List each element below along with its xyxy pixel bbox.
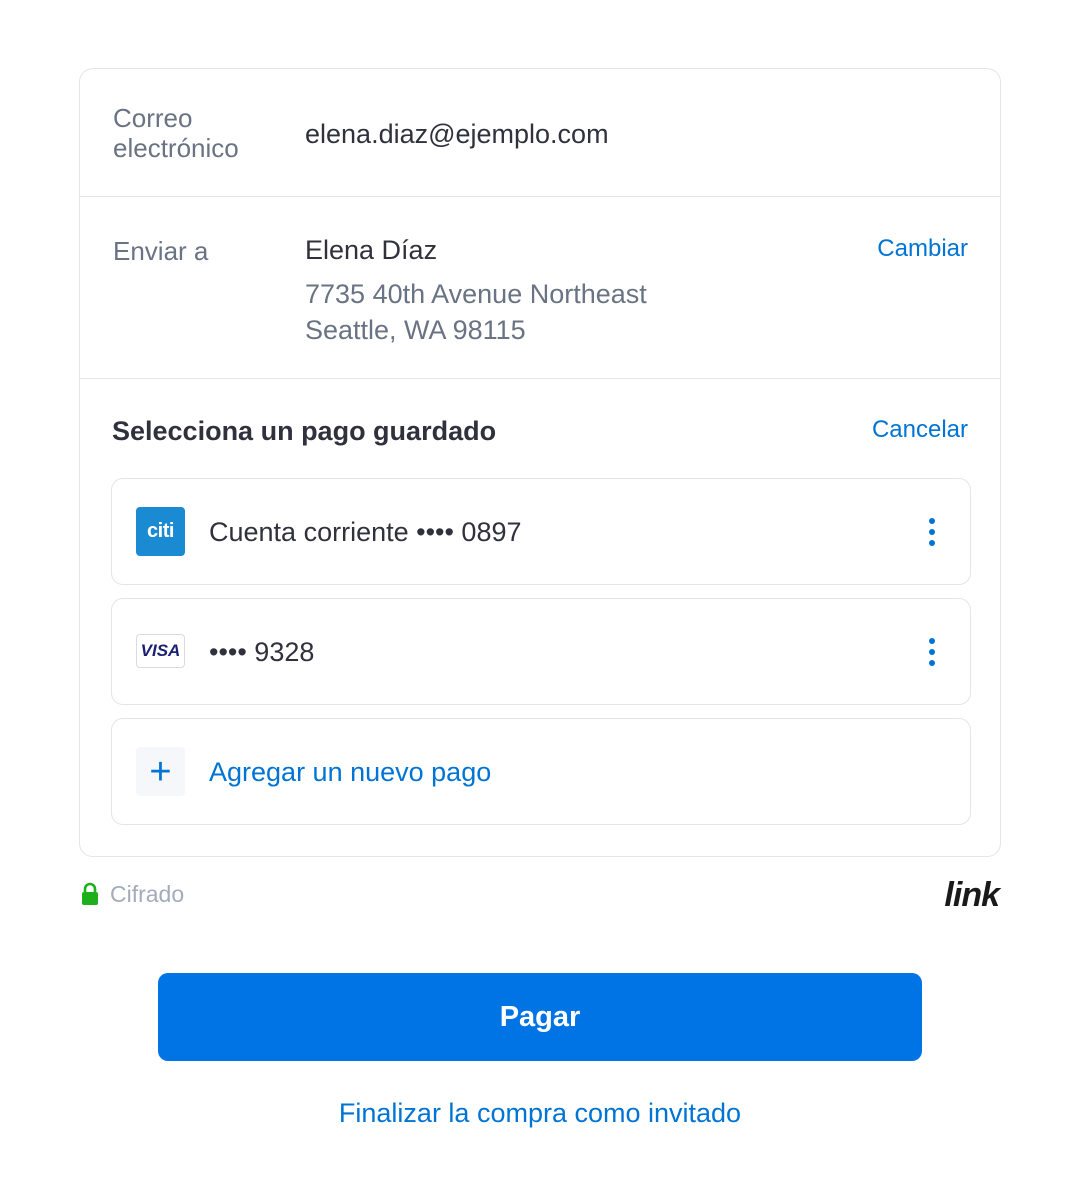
citi-bank-icon: citi <box>136 507 185 556</box>
payment-method-label: Cuenta corriente •••• 0897 <box>209 517 522 547</box>
guest-checkout-link[interactable]: Finalizar la compra como invitado <box>0 1098 1080 1129</box>
email-row: Correo electrónico elena.diaz@ejemplo.co… <box>80 69 1000 197</box>
link-logo: link <box>944 876 1000 914</box>
shipping-row: Enviar a Elena Díaz 7735 40th Avenue Nor… <box>80 197 1000 379</box>
encrypted-label: Cifrado <box>110 881 185 907</box>
payment-section: Selecciona un pago guardado Cancelar cit… <box>80 379 1000 856</box>
lock-icon <box>82 882 98 905</box>
pay-button[interactable]: Pagar <box>158 973 922 1061</box>
plus-icon: + <box>136 747 185 796</box>
shipping-label: Enviar a <box>113 236 209 266</box>
more-options-icon[interactable] <box>922 636 942 670</box>
add-payment-label: Agregar un nuevo pago <box>209 757 492 787</box>
change-shipping-link[interactable]: Cambiar <box>877 235 968 263</box>
cancel-link[interactable]: Cancelar <box>872 416 968 444</box>
payment-section-title: Selecciona un pago guardado <box>112 416 497 446</box>
visa-card-icon: VISA <box>136 634 185 668</box>
payment-method-label: •••• 9328 <box>209 637 315 667</box>
add-payment-button[interactable]: + Agregar un nuevo pago <box>111 718 971 825</box>
shipping-name: Elena Díaz <box>305 235 438 265</box>
more-options-icon[interactable] <box>922 516 942 550</box>
email-value: elena.diaz@ejemplo.com <box>305 119 609 149</box>
saved-payment-card[interactable]: VISA •••• 9328 <box>111 598 971 705</box>
checkout-card: Correo electrónico elena.diaz@ejemplo.co… <box>79 68 1001 857</box>
shipping-address-line1: 7735 40th Avenue Northeast <box>305 279 647 309</box>
card-footer: Cifrado link <box>79 876 1001 914</box>
shipping-address-line2: Seattle, WA 98115 <box>305 315 526 345</box>
email-label: Correo electrónico <box>113 103 239 163</box>
saved-payment-bank[interactable]: citi Cuenta corriente •••• 0897 <box>111 478 971 585</box>
